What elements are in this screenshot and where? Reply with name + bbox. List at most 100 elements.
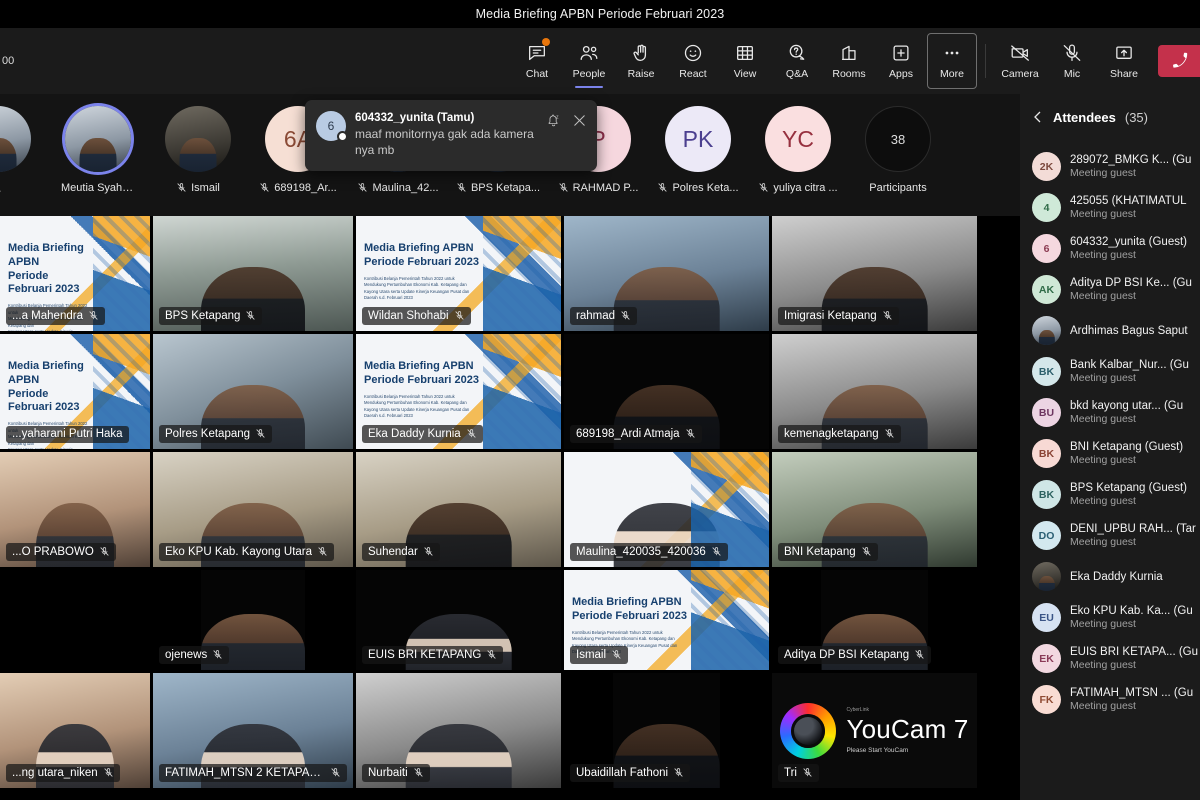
avatar: 6 xyxy=(1032,234,1061,263)
attendee-list-item[interactable]: 4 425055 (KHATIMATUL Meeting guest xyxy=(1020,187,1200,228)
toolbar-button-more[interactable]: More xyxy=(927,33,977,89)
toolbar-button-chat[interactable]: Chat xyxy=(511,32,563,90)
toolbar-button-camera[interactable]: Camera xyxy=(994,32,1046,90)
attendee-list-item[interactable]: 2K 289072_BMKG K... (Gu Meeting guest xyxy=(1020,146,1200,187)
presence-indicator xyxy=(337,131,348,142)
toolbar-button-people[interactable]: People xyxy=(563,32,615,90)
close-icon[interactable] xyxy=(572,113,587,128)
video-tile[interactable]: Media Briefing APBN Periode Februari 2023… xyxy=(0,334,150,449)
letterbox-right xyxy=(719,673,769,788)
attendee-list-item[interactable]: EU Eko KPU Kab. Ka... (Gu Meeting guest xyxy=(1020,597,1200,638)
video-tile[interactable]: ...O PRABOWO xyxy=(0,452,150,567)
video-tile[interactable]: Maulina_420035_420036 xyxy=(564,452,769,567)
attendee-name: bkd kayong utar... (Gu xyxy=(1070,400,1184,412)
video-tile[interactable]: BNI Ketapang xyxy=(772,452,977,567)
attendee-list-item[interactable]: 6 604332_yunita (Guest) Meeting guest xyxy=(1020,228,1200,269)
participant-name-row xyxy=(0,181,48,194)
meeting-toolbar: 00 Chat People Raise React View Q&A Rooms Apps M… xyxy=(0,28,1200,94)
attendee-text: Bank Kalbar_Nur... (Gu Meeting guest xyxy=(1070,359,1190,384)
tile-name-label: Imigrasi Ketapang xyxy=(778,307,899,325)
toolbar-button-q-a[interactable]: Q&A xyxy=(771,32,823,90)
video-tile[interactable]: EUIS BRI KETAPANG xyxy=(356,570,561,670)
attendees-title: Attendees xyxy=(1053,109,1116,125)
hangup-button[interactable] xyxy=(1158,45,1200,77)
chat-notification-toast[interactable]: 6 604332_yunita (Tamu) maaf monitornya g… xyxy=(305,100,597,171)
tile-name-label: Aditya DP BSI Ketapang xyxy=(778,646,932,664)
filmstrip-participant[interactable] xyxy=(0,94,48,216)
avatar: AK xyxy=(1032,275,1061,304)
video-tile[interactable]: kemenagketapang xyxy=(772,334,977,449)
attendees-list[interactable]: 2K 289072_BMKG K... (Gu Meeting guest 4 … xyxy=(1020,140,1200,800)
video-tile[interactable]: Ubaidillah Fathoni xyxy=(564,673,769,788)
attendee-list-item[interactable]: BU bkd kayong utar... (Gu Meeting guest xyxy=(1020,392,1200,433)
tile-participant-name: Ismail xyxy=(576,648,607,661)
avatar-initials: FK xyxy=(1039,693,1054,706)
tile-name-label: Tri xyxy=(778,764,819,782)
video-tile[interactable]: CyberLink YouCam 7 Please Start YouCam T… xyxy=(772,673,977,788)
attendee-text: Ardhimas Bagus Saput xyxy=(1070,325,1190,337)
toolbar-button-mic[interactable]: Mic xyxy=(1046,32,1098,90)
video-tile[interactable]: Polres Ketapang xyxy=(153,334,353,449)
attendee-list-item[interactable]: BK BPS Ketapang (Guest) Meeting guest xyxy=(1020,474,1200,515)
video-tile[interactable]: ojenews xyxy=(153,570,353,670)
filmstrip-participant[interactable]: PK Polres Keta... xyxy=(648,94,748,216)
toolbar-button-label: React xyxy=(679,68,707,80)
tile-participant-name: ...ng utara_niken xyxy=(12,766,98,779)
video-tile[interactable]: Imigrasi Ketapang xyxy=(772,216,977,331)
toolbar-button-raise[interactable]: Raise xyxy=(615,32,667,90)
attendee-list-item[interactable]: Eka Daddy Kurnia xyxy=(1020,556,1200,597)
raise-hand-icon xyxy=(630,42,652,64)
chevron-left-icon[interactable] xyxy=(1032,111,1044,123)
video-tile[interactable]: 689198_Ardi Atmaja xyxy=(564,334,769,449)
toolbar-button-react[interactable]: React xyxy=(667,32,719,90)
toolbar-button-label: Apps xyxy=(889,68,913,80)
video-tile-grid: Media Briefing APBN Periode Februari 2023… xyxy=(0,216,1020,800)
avatar: 4 xyxy=(1032,193,1061,222)
meeting-title: Media Briefing APBN Periode Februari 202… xyxy=(475,7,725,21)
toolbar-button-apps[interactable]: Apps xyxy=(875,32,927,90)
tile-name-label: Ubaidillah Fathoni xyxy=(570,764,691,782)
video-tile[interactable]: rahmad xyxy=(564,216,769,331)
mic-off-icon xyxy=(883,311,892,320)
mic-off-icon xyxy=(487,650,496,659)
video-tile[interactable]: BPS Ketapang xyxy=(153,216,353,331)
video-tile[interactable]: Media Briefing APBN Periode Februari 2023… xyxy=(564,570,769,670)
toolbar-button-rooms[interactable]: Rooms xyxy=(823,32,875,90)
attendee-role: Meeting guest xyxy=(1070,208,1136,220)
filmstrip-participant[interactable]: Meutia Syahara... xyxy=(48,94,148,216)
video-tile[interactable]: Media Briefing APBN Periode Februari 2023… xyxy=(356,334,561,449)
share-up-icon xyxy=(1113,42,1135,64)
attendee-text: 604332_yunita (Guest) Meeting guest xyxy=(1070,236,1190,261)
video-tile[interactable]: ...ng utara_niken xyxy=(0,673,150,788)
video-tile[interactable]: Aditya DP BSI Ketapang xyxy=(772,570,977,670)
participant-name-row: BPS Ketapa... xyxy=(448,181,548,194)
attendee-list-item[interactable]: BK Bank Kalbar_Nur... (Gu Meeting guest xyxy=(1020,351,1200,392)
attendee-list-item[interactable]: Ardhimas Bagus Saput xyxy=(1020,310,1200,351)
attendee-list-item[interactable]: FK FATIMAH_MTSN ... (Gu Meeting guest xyxy=(1020,679,1200,720)
video-tile[interactable]: Media Briefing APBN Periode Februari 2023… xyxy=(0,216,150,331)
video-tile[interactable]: Media Briefing APBN Periode Februari 2023… xyxy=(356,216,561,331)
tile-participant-name: kemenagketapang xyxy=(784,427,879,440)
attendee-text: DENI_UPBU RAH... (Tar Meeting guest xyxy=(1070,523,1196,548)
participants-count-button[interactable]: 38 Participants xyxy=(848,94,948,216)
video-tile[interactable]: Eko KPU Kab. Kayong Utara xyxy=(153,452,353,567)
toolbar-button-view[interactable]: View xyxy=(719,32,771,90)
video-tile[interactable]: FATIMAH_MTSN 2 KETAPANG xyxy=(153,673,353,788)
mic-off-icon xyxy=(213,650,222,659)
attendee-list-item[interactable]: EK EUIS BRI KETAPA... (Gu Meeting guest xyxy=(1020,638,1200,679)
filmstrip-participant[interactable]: Ismail xyxy=(148,94,248,216)
notification-snooze-icon[interactable]: z xyxy=(547,113,562,128)
attendee-role: Meeting guest xyxy=(1070,249,1136,261)
filmstrip-participant[interactable]: YC yuliya citra ... xyxy=(748,94,848,216)
video-tile[interactable]: Suhendar xyxy=(356,452,561,567)
toolbar-button-share[interactable]: Share xyxy=(1098,32,1150,90)
tile-name-label: 689198_Ardi Atmaja xyxy=(570,425,702,443)
attendee-name: BNI Ketapang (Guest) xyxy=(1070,441,1184,453)
tile-participant-name: Nurbaiti xyxy=(368,766,408,779)
attendee-list-item[interactable]: DO DENI_UPBU RAH... (Tar Meeting guest xyxy=(1020,515,1200,556)
attendee-list-item[interactable]: BK BNI Ketapang (Guest) Meeting guest xyxy=(1020,433,1200,474)
attendee-text: Eko KPU Kab. Ka... (Gu Meeting guest xyxy=(1070,605,1193,630)
tile-name-label: Wildan Shohabi xyxy=(362,307,471,325)
video-tile[interactable]: Nurbaiti xyxy=(356,673,561,788)
attendee-list-item[interactable]: AK Aditya DP BSI Ke... (Gu Meeting guest xyxy=(1020,269,1200,310)
